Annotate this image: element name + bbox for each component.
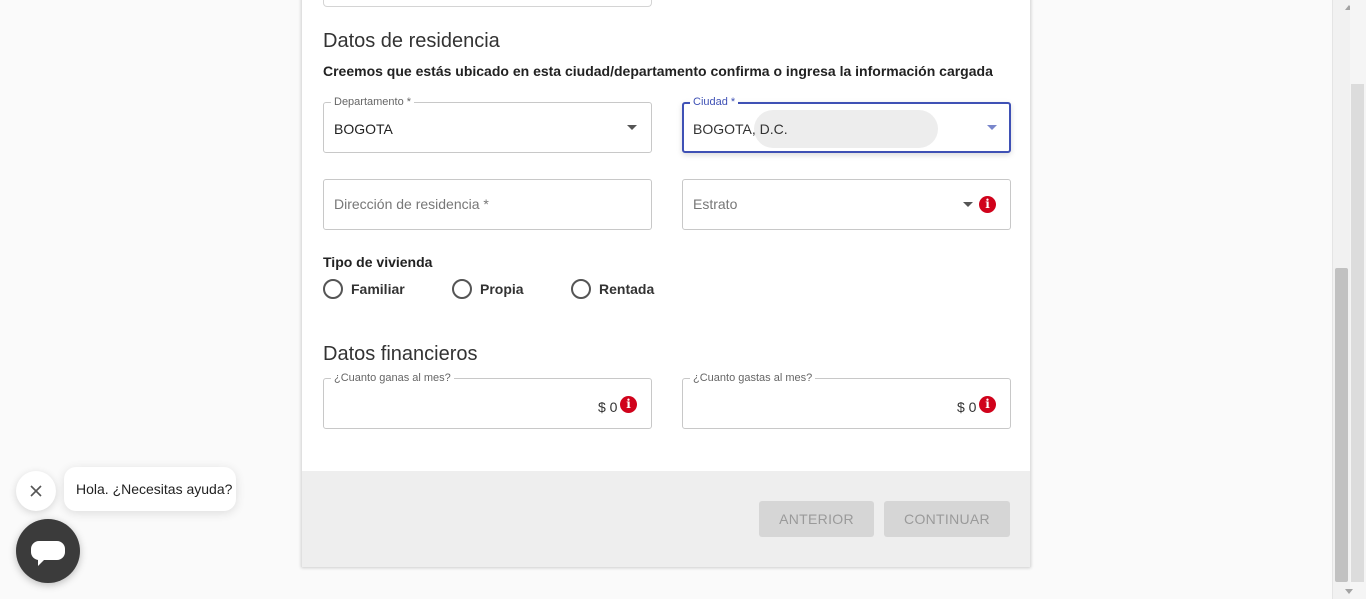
chat-tail-icon [38,559,45,566]
radio-label: Rentada [599,281,655,297]
form-footer: ANTERIOR CONTINUAR [302,471,1030,567]
income-label: ¿Cuanto ganas al mes? [331,372,454,385]
chat-greeting-bubble[interactable]: Hola. ¿Necesitas ayuda? [64,467,236,511]
ciudad-label: Ciudad * [690,96,739,109]
ciudad-value: BOGOTA, D.C. [693,121,788,137]
departamento-value: BOGOTA [334,121,393,137]
residence-subtitle: Creemos que estás ubicado en esta ciudad… [323,63,993,79]
radio-label: Familiar [351,281,405,297]
departamento-select[interactable]: Departamento * BOGOTA [323,96,652,153]
expenses-label: ¿Cuanto gastas al mes? [690,372,816,385]
previous-field[interactable] [323,0,652,7]
expenses-input[interactable]: ¿Cuanto gastas al mes? $ 0 i [682,372,1011,429]
radio-label: Propia [480,281,524,297]
close-icon [30,485,42,497]
radio-circle[interactable] [571,279,591,299]
radio-circle[interactable] [452,279,472,299]
income-value: $ 0 [598,399,618,415]
chat-launcher-button[interactable] [16,519,80,583]
continue-button[interactable]: CONTINUAR [884,501,1010,537]
radio-circle[interactable] [323,279,343,299]
radio-rentada[interactable]: Rentada [571,279,654,299]
expenses-value: $ 0 [957,399,977,415]
previous-button[interactable]: ANTERIOR [759,501,874,537]
ciudad-select[interactable]: Ciudad * BOGOTA, D.C. [682,96,1011,153]
scrollbar-thumb-secondary[interactable] [1351,84,1364,582]
estrato-placeholder: Estrato [693,196,738,212]
residence-section-title: Datos de residencia [323,30,500,52]
scroll-down-arrow-icon[interactable] [1345,589,1353,594]
direccion-placeholder: Dirección de residencia * [334,196,489,212]
chat-close-button[interactable] [16,471,56,511]
radio-propia[interactable]: Propia [452,279,571,299]
info-icon[interactable]: i [979,396,996,413]
info-icon[interactable]: i [979,196,996,213]
departamento-label: Departamento * [331,96,415,109]
chevron-down-icon [987,125,997,130]
direccion-input[interactable]: Dirección de residencia * [323,179,652,230]
info-icon[interactable]: i [620,396,637,413]
radio-familiar[interactable]: Familiar [323,279,452,299]
income-input[interactable]: ¿Cuanto ganas al mes? $ 0 i [323,372,652,429]
housing-type-radio-group: Familiar Propia Rentada [323,279,654,299]
estrato-select[interactable]: Estrato i [682,179,1011,230]
form-card: Datos de residencia Creemos que estás ub… [301,0,1031,567]
chevron-down-icon [627,125,637,130]
housing-type-label: Tipo de vivienda [323,254,433,270]
scrollbar-thumb[interactable] [1335,268,1348,582]
financial-section-title: Datos financieros [323,343,478,365]
chevron-down-icon [963,202,973,207]
page-scrollbar[interactable] [1332,0,1366,599]
